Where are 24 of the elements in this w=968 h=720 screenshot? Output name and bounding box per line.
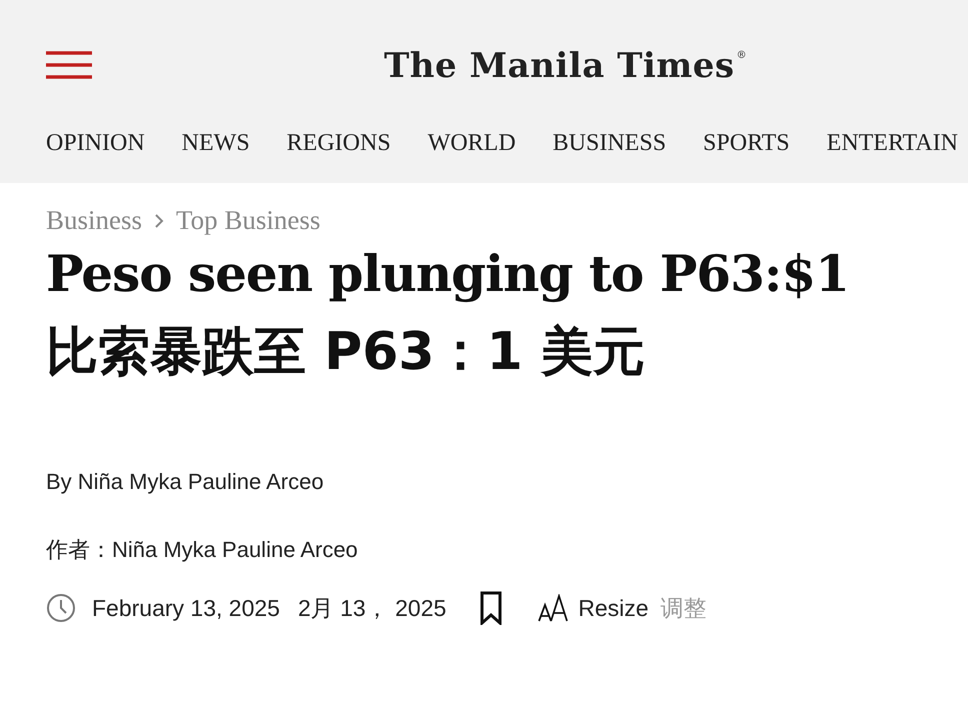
nav-link[interactable]: OPINION xyxy=(46,130,145,157)
headline-translation: 比索暴跌至 P63：1 美元 xyxy=(46,321,646,384)
bookmark-icon xyxy=(480,591,502,625)
publish-date: February 13, 2025 xyxy=(92,594,280,622)
site-logo[interactable]: The Manila Times® xyxy=(384,46,748,86)
nav-link[interactable]: NEWS xyxy=(182,130,250,157)
nav-link[interactable]: REGIONS xyxy=(286,130,391,157)
resize-translation: 调整 xyxy=(660,594,707,622)
chevron-icon xyxy=(154,214,164,228)
breadcrumb-link[interactable]: Business xyxy=(46,205,142,236)
nav-link[interactable]: BUSINESS xyxy=(552,130,666,157)
nav-link[interactable]: WORLD xyxy=(428,130,516,157)
breadcrumb-link[interactable]: Top Business xyxy=(176,205,320,236)
clock-icon xyxy=(46,593,76,623)
byline: By Niña Myka Pauline Arceo xyxy=(46,469,325,495)
byline-translation: 作者：Niña Myka Pauline Arceo xyxy=(46,536,359,564)
menu-button[interactable] xyxy=(46,50,92,80)
bookmark-button[interactable] xyxy=(480,591,502,625)
resize-button[interactable]: Resize xyxy=(538,594,649,622)
headline: Peso seen plunging to P63:$1 xyxy=(46,244,850,303)
nav-link[interactable]: SPORTS xyxy=(703,130,790,157)
nav-link[interactable]: ENTERTAIN xyxy=(826,130,958,157)
menu-icon xyxy=(46,50,92,80)
publish-date-translation: 2月 13， 2025 xyxy=(298,594,446,622)
